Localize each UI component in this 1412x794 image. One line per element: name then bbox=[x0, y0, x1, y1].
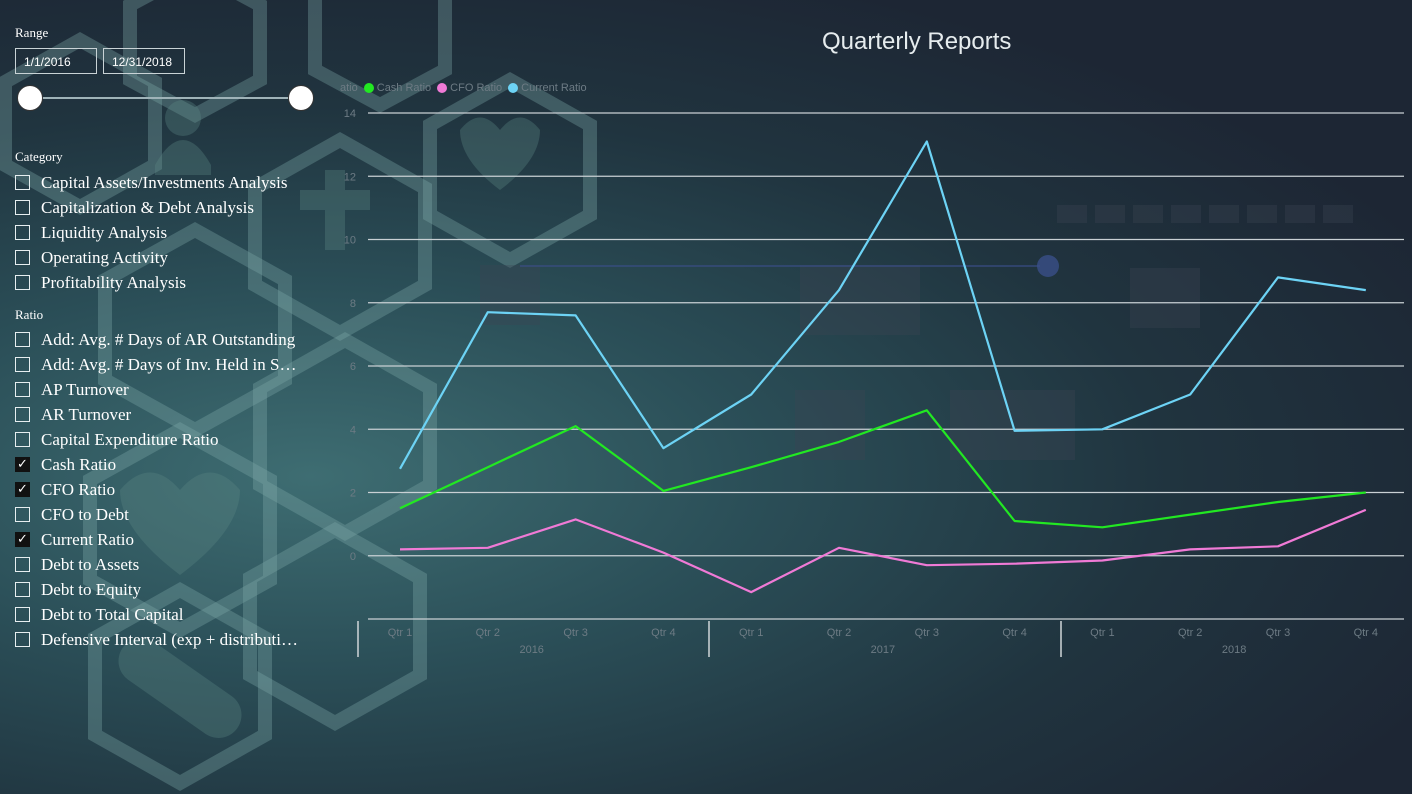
x-tick-label: Qtr 1 bbox=[739, 627, 763, 639]
x-tick-label: Qtr 3 bbox=[1266, 627, 1290, 639]
x-tick-label: Qtr 2 bbox=[476, 627, 500, 639]
x-tick-label: Qtr 4 bbox=[1354, 627, 1378, 639]
series-line-cfo-ratio bbox=[399, 508, 1367, 594]
x-tick-label: Qtr 1 bbox=[1090, 627, 1114, 639]
y-tick-label: 2 bbox=[350, 488, 356, 500]
x-tick-label: Qtr 3 bbox=[563, 627, 587, 639]
x-tick-label: Qtr 3 bbox=[915, 627, 939, 639]
year-label: 2018 bbox=[1222, 644, 1246, 656]
y-tick-label: 12 bbox=[344, 171, 356, 183]
year-label: 2017 bbox=[871, 644, 895, 656]
year-label: 2016 bbox=[519, 644, 543, 656]
x-tick-label: Qtr 1 bbox=[388, 627, 412, 639]
y-tick-label: 10 bbox=[344, 235, 356, 247]
y-tick-label: 4 bbox=[350, 424, 356, 436]
series-line-current-ratio bbox=[399, 140, 1366, 470]
line-chart[interactable]: 14 12 10 8 6 4 2 0 Qtr 1 Qtr 2 Qtr 3 Qtr 4 Qtr 1 Qtr … bbox=[0, 0, 1412, 794]
y-tick-label: 6 bbox=[350, 361, 356, 373]
x-tick-label: Qtr 4 bbox=[1002, 627, 1026, 639]
x-tick-label: Qtr 2 bbox=[1178, 627, 1202, 639]
y-tick-label: 0 bbox=[350, 551, 356, 563]
y-tick-label: 14 bbox=[344, 108, 356, 120]
y-tick-label: 8 bbox=[350, 298, 356, 310]
x-tick-label: Qtr 4 bbox=[651, 627, 675, 639]
x-tick-label: Qtr 2 bbox=[827, 627, 851, 639]
series-line-cash-ratio bbox=[399, 409, 1366, 529]
